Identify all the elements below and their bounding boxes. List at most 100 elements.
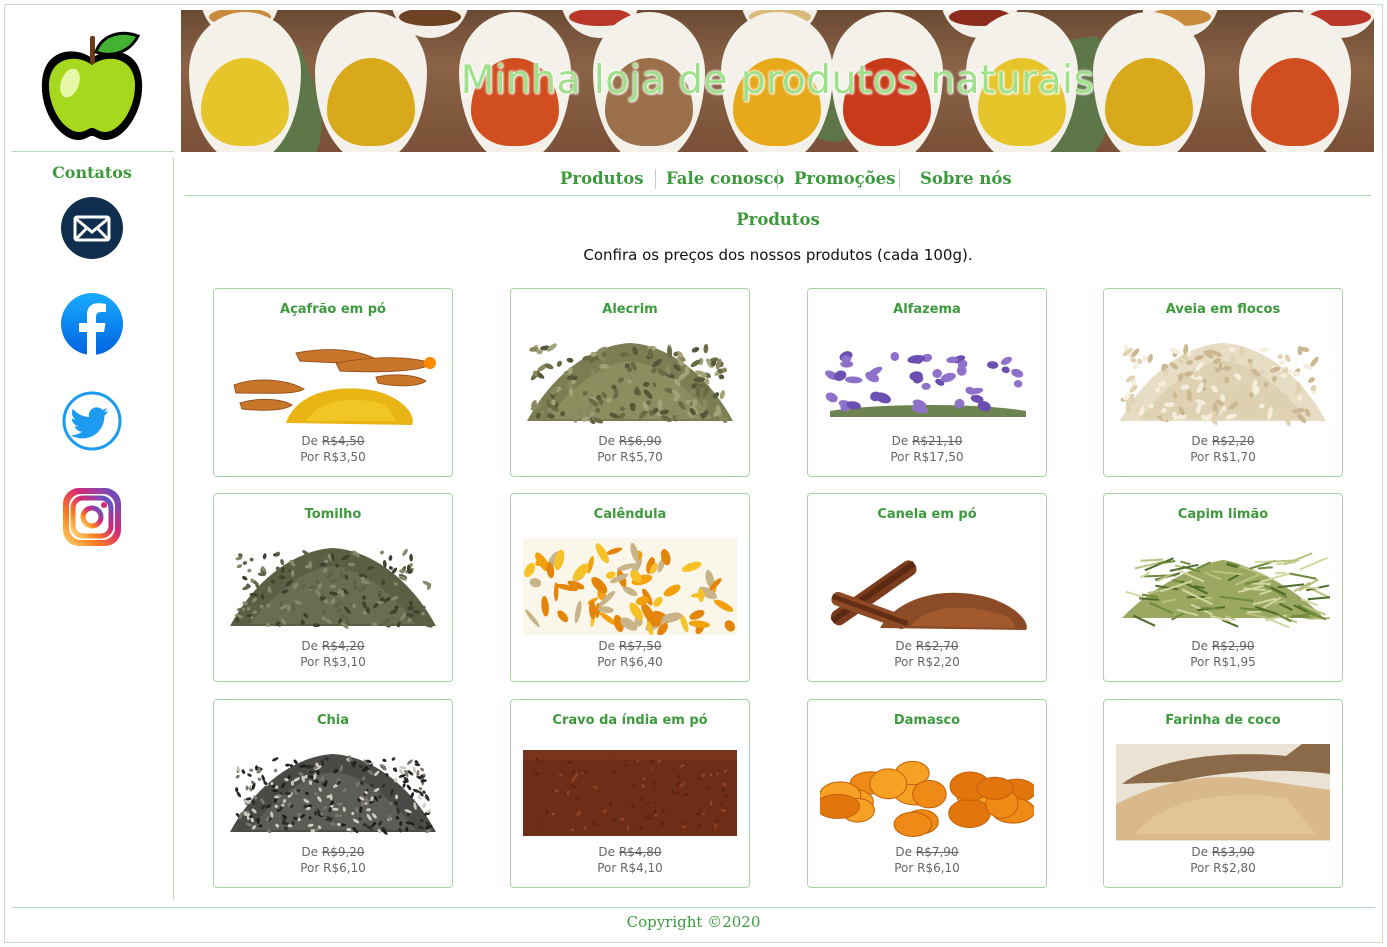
- product-new-price: Por R$6,10: [808, 861, 1046, 875]
- product-new-price: Por R$3,10: [214, 655, 452, 669]
- product-new-price: Por R$2,80: [1104, 861, 1342, 875]
- product-new-price: Por R$1,95: [1104, 655, 1342, 669]
- old-price-prefix: De: [1191, 639, 1209, 653]
- old-price-value: R$4,80: [618, 845, 662, 859]
- product-name: Canela em pó: [877, 507, 977, 522]
- product-new-price: Por R$2,20: [808, 655, 1046, 669]
- new-price-value: R$1,70: [1213, 450, 1256, 464]
- product-image-chia: [230, 754, 436, 835]
- product-name: Alfazema: [893, 302, 961, 317]
- new-price-value: R$4,10: [620, 861, 663, 875]
- old-price-value: R$2,90: [1211, 639, 1255, 653]
- product-old-price: De R$9,20: [214, 845, 452, 859]
- new-price-prefix: Por: [894, 655, 914, 669]
- product-card[interactable]: Farinha de coco De R$3,90 Por R$2,80: [1103, 699, 1343, 888]
- product-card[interactable]: Tomilho De R$4,20 Por R$3,10: [213, 493, 453, 682]
- product-old-price: De R$21,10: [808, 434, 1046, 448]
- product-card[interactable]: Calêndula De R$7,50 Por R$6,40: [510, 493, 750, 682]
- facebook-icon[interactable]: [60, 292, 124, 356]
- product-image-calendula: [523, 538, 737, 635]
- product-old-price: De R$6,90: [511, 434, 749, 448]
- product-name: Damasco: [893, 713, 961, 728]
- nav-produtos[interactable]: Produtos: [560, 169, 644, 188]
- mail-icon[interactable]: [60, 196, 124, 260]
- new-price-prefix: Por: [300, 450, 320, 464]
- old-price-prefix: De: [598, 639, 616, 653]
- nav-sobre-nos[interactable]: Sobre nós: [920, 169, 1012, 188]
- old-price-prefix: De: [891, 434, 909, 448]
- old-price-prefix: De: [895, 639, 913, 653]
- product-old-price: De R$4,80: [511, 845, 749, 859]
- old-price-prefix: De: [598, 845, 616, 859]
- contacts-title: Contatos: [52, 163, 132, 182]
- new-price-value: R$6,40: [620, 655, 663, 669]
- nav-separator: [899, 169, 900, 189]
- product-name: Tomilho: [304, 507, 362, 522]
- new-price-value: R$2,80: [1213, 861, 1256, 875]
- product-image-turmeric: [233, 349, 436, 425]
- product-image-thyme: [230, 548, 436, 629]
- nav-separator: [655, 169, 656, 189]
- footer-copyright: Copyright ©2020: [626, 913, 761, 931]
- product-old-price: De R$2,70: [808, 639, 1046, 653]
- product-image-coconut-flour: [1116, 744, 1330, 841]
- instagram-icon[interactable]: [60, 485, 124, 549]
- product-new-price: Por R$17,50: [808, 450, 1046, 464]
- old-price-prefix: De: [301, 639, 319, 653]
- product-card[interactable]: Cravo da índia em pó De R$4,80 Por R$4,1…: [510, 699, 750, 888]
- intro-text: Confira os preços dos nossos produtos (c…: [583, 246, 973, 264]
- product-old-price: De R$4,50: [214, 434, 452, 448]
- new-price-value: R$5,70: [620, 450, 663, 464]
- section-title: Produtos: [736, 210, 820, 229]
- old-price-value: R$6,90: [618, 434, 662, 448]
- product-old-price: De R$2,20: [1104, 434, 1342, 448]
- product-new-price: Por R$6,40: [511, 655, 749, 669]
- nav-promocoes[interactable]: Promoções: [794, 169, 895, 188]
- old-price-prefix: De: [1191, 434, 1209, 448]
- product-name: Calêndula: [593, 507, 667, 522]
- header-banner: Minha loja de produtos naturais: [181, 10, 1374, 152]
- old-price-value: R$3,90: [1211, 845, 1255, 859]
- product-name: Aveia em flocos: [1165, 302, 1281, 317]
- footer-divider: [12, 907, 1375, 908]
- product-card[interactable]: Aveia em flocos De R$2,20 Por R$1,70: [1103, 288, 1343, 477]
- product-card[interactable]: Açafrão em pó De R$4,50 Por R$3,50: [213, 288, 453, 477]
- old-price-value: R$2,20: [1211, 434, 1255, 448]
- old-price-value: R$21,10: [912, 434, 963, 448]
- old-price-prefix: De: [598, 434, 616, 448]
- new-price-value: R$3,50: [323, 450, 366, 464]
- old-price-value: R$7,90: [915, 845, 959, 859]
- product-image-cinnamon: [830, 560, 1027, 630]
- product-image-lavender: [825, 351, 1026, 417]
- product-card[interactable]: Canela em pó De R$2,70 Por R$2,20: [807, 493, 1047, 682]
- new-price-value: R$17,50: [913, 450, 964, 464]
- product-image-lemongrass: [1122, 552, 1330, 629]
- product-name: Cravo da índia em pó: [552, 713, 708, 728]
- product-card[interactable]: Alecrim De R$6,90 Por R$5,70: [510, 288, 750, 477]
- product-old-price: De R$3,90: [1104, 845, 1342, 859]
- nav-fale-conosco[interactable]: Fale conosco: [666, 169, 784, 188]
- new-price-prefix: Por: [597, 861, 617, 875]
- product-card[interactable]: Alfazema De R$21,10 Por R$17,50: [807, 288, 1047, 477]
- old-price-value: R$4,50: [321, 434, 365, 448]
- new-price-value: R$6,10: [917, 861, 960, 875]
- product-card[interactable]: Damasco De R$7,90 Por R$6,10: [807, 699, 1047, 888]
- product-name: Chia: [316, 713, 350, 728]
- new-price-prefix: Por: [894, 861, 914, 875]
- product-new-price: Por R$3,50: [214, 450, 452, 464]
- product-name: Farinha de coco: [1165, 713, 1281, 728]
- new-price-prefix: Por: [1190, 655, 1210, 669]
- old-price-prefix: De: [301, 845, 319, 859]
- product-card[interactable]: Capim limão De R$2,90 Por R$1,95: [1103, 493, 1343, 682]
- product-name: Capim limão: [1177, 507, 1269, 522]
- old-price-prefix: De: [1191, 845, 1209, 859]
- banner-title: Minha loja de produtos naturais: [460, 58, 1095, 103]
- product-image-oats: [1120, 343, 1326, 427]
- product-card[interactable]: Chia De R$9,20 Por R$6,10: [213, 699, 453, 888]
- product-old-price: De R$7,90: [808, 845, 1046, 859]
- product-name: Alecrim: [602, 302, 658, 317]
- nav-separator: [777, 169, 778, 189]
- twitter-icon[interactable]: [60, 389, 124, 453]
- apple-logo: [41, 31, 143, 140]
- product-image-clove: [523, 750, 737, 836]
